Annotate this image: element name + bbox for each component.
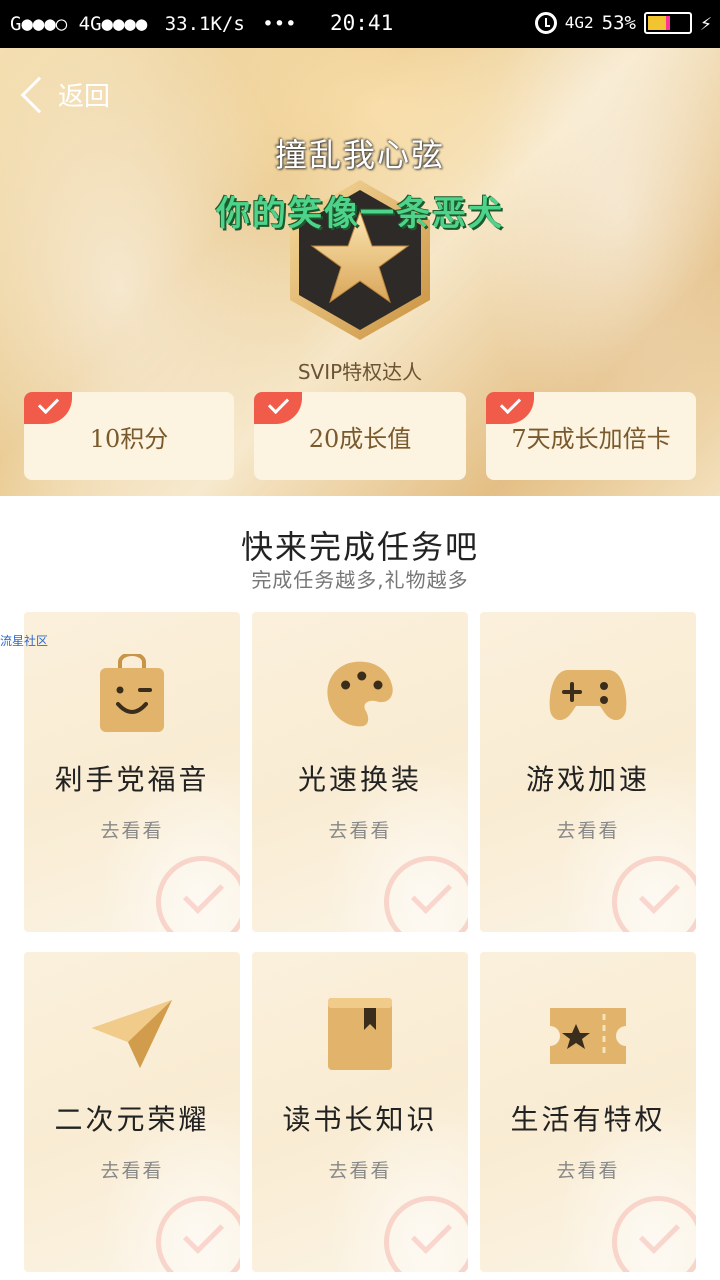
section-subtitle: 完成任务越多,礼物越多	[251, 568, 469, 592]
paper-plane-icon	[92, 1000, 172, 1068]
task-title: 二次元荣耀	[54, 1103, 210, 1136]
task-action-link[interactable]: 去看看	[252, 1156, 468, 1183]
task-title: 读书长知识	[282, 1103, 438, 1136]
task-action-link[interactable]: 去看看	[480, 816, 696, 843]
back-chevron-icon	[20, 76, 58, 113]
alarm-icon	[534, 12, 557, 34]
checkmark-icon	[24, 392, 72, 424]
task-card-life[interactable]: 生活有特权 去看看	[480, 952, 696, 1272]
palette-icon	[327, 661, 393, 727]
badge-label: SVIP特权达人	[297, 360, 423, 384]
checkmark-icon	[254, 392, 302, 424]
ticket-icon	[550, 1008, 626, 1064]
task-action-link[interactable]: 去看看	[480, 1156, 696, 1183]
signature-line-1: 撞乱我心弦	[274, 136, 445, 174]
reward-label: 7天成长加倍卡	[511, 424, 671, 453]
completed-stamp-icon	[384, 856, 468, 932]
task-action-link[interactable]: 去看看	[24, 1156, 240, 1183]
shopping-bag-icon	[100, 654, 164, 732]
watermark-text: 流星社区	[0, 634, 49, 648]
completed-stamp-icon	[612, 856, 696, 932]
reward-card: 20成长值	[254, 392, 466, 480]
back-label: 返回	[58, 82, 111, 112]
reward-card: 10积分	[24, 392, 234, 480]
task-title: 剁手党福音	[54, 763, 210, 796]
charging-icon: ⚡	[699, 11, 712, 35]
completed-stamp-icon	[156, 856, 240, 932]
network-speed: 33.1K/s	[164, 13, 245, 35]
task-card-outfit[interactable]: 光速换装 去看看	[252, 612, 468, 932]
task-grid: 剁手党福音 去看看 光速换装 去看看 游戏加速 去看看 二次元荣耀 去看看 读书…	[24, 612, 696, 1272]
status-bar: G●●●○ 4G●●●● 33.1K/s ••• 20:41 4G2 53% ⚡	[0, 0, 720, 48]
carrier-signal: G●●●○ 4G●●●●	[10, 13, 148, 35]
network-type: 4G2	[564, 13, 594, 32]
task-card-shopping[interactable]: 剁手党福音 去看看	[24, 612, 240, 932]
signature-line-2: 你的笑像一条恶犬	[216, 194, 504, 234]
reward-list: 10积分 20成长值 7天成长加倍卡	[24, 392, 696, 480]
back-button[interactable]: 返回	[16, 76, 110, 113]
battery-icon	[643, 12, 692, 34]
battery-percent: 53%	[601, 12, 636, 34]
more-notifications: •••	[262, 13, 297, 35]
book-icon	[328, 998, 392, 1070]
task-title: 游戏加速	[525, 763, 650, 796]
completed-stamp-icon	[612, 1196, 696, 1272]
section-title: 快来完成任务吧	[240, 528, 479, 566]
task-card-anime[interactable]: 二次元荣耀 去看看	[24, 952, 240, 1272]
reward-label: 20成长值	[308, 424, 412, 453]
gamepad-icon	[549, 670, 627, 721]
task-card-game[interactable]: 游戏加速 去看看	[480, 612, 696, 932]
reward-card: 7天成长加倍卡	[486, 392, 696, 480]
clock: 20:41	[330, 11, 394, 35]
reward-label: 10积分	[89, 424, 169, 453]
task-title: 生活有特权	[510, 1103, 666, 1136]
task-title: 光速换装	[297, 763, 422, 796]
task-action-link[interactable]: 去看看	[252, 816, 468, 843]
completed-stamp-icon	[156, 1196, 240, 1272]
task-card-reading[interactable]: 读书长知识 去看看	[252, 952, 468, 1272]
task-action-link[interactable]: 去看看	[24, 816, 240, 843]
completed-stamp-icon	[384, 1196, 468, 1272]
